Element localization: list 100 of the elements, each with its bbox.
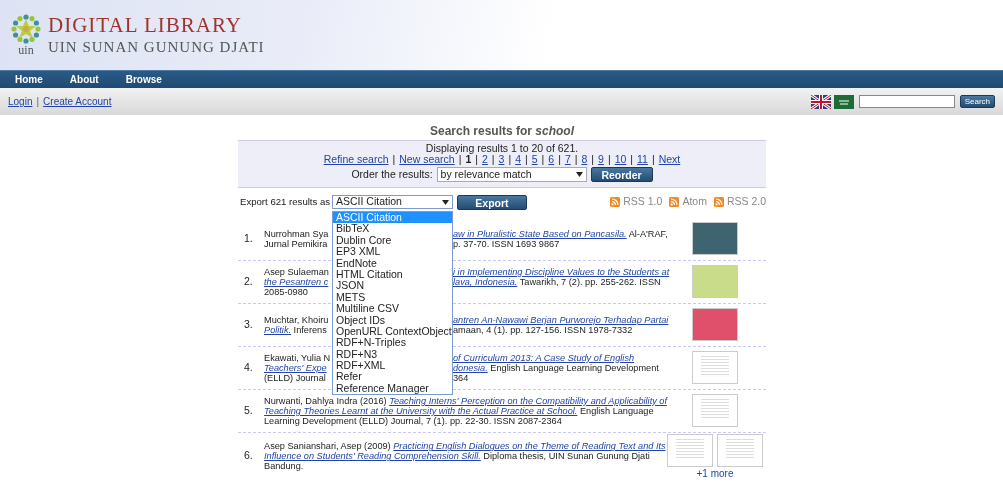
result-number: 5. [243, 402, 254, 418]
citation-text: Ekawati, Yulia N [264, 352, 332, 363]
page-link[interactable]: Next [658, 154, 681, 165]
feed-link[interactable]: RSS 1.0 [623, 194, 663, 211]
dropdown-option[interactable]: OpenURL ContextObject [333, 325, 452, 338]
separator: | [630, 154, 634, 165]
page-heading: Search results for school [428, 124, 576, 138]
page-link[interactable]: 3 [498, 154, 505, 165]
citation-text: Learning Development (ELLD) Journal, 7 (1). pp. 22-30. ISSN 2087-2364 [264, 415, 562, 426]
page-link[interactable]: 4 [515, 154, 521, 165]
title-link[interactable]: lava, Indonesia. [453, 276, 518, 287]
more-link[interactable]: +1 more [696, 468, 734, 479]
separator: | [607, 154, 611, 165]
site-subtitle: UIN SUNAN GUNUNG DJATI [48, 38, 265, 57]
flag-icon [833, 94, 854, 109]
citation-text: Asep Sanianshari, Asep (2009) Practicing English Dialogues on the Theme of Reading Text and Its [264, 441, 666, 452]
search-button[interactable]: Search [959, 95, 995, 108]
dropdown-option[interactable]: EndNote [333, 257, 452, 269]
dropdown-option[interactable]: METS [333, 291, 452, 304]
page-link[interactable]: 9 [598, 154, 604, 165]
dropdown-option[interactable]: RDF+N-Triples [333, 337, 452, 349]
citation-text: donesia. English Language Learning Development [453, 362, 659, 373]
result-number: 4. [243, 359, 254, 375]
export-select[interactable]: ASCII Citation [332, 195, 453, 210]
order-select[interactable]: by relevance match [436, 167, 587, 183]
page-link[interactable]: 6 [548, 154, 555, 165]
account-link[interactable]: Login [8, 94, 33, 109]
citation-text: lava, Indonesia. Tawarikh, 7 (2). pp. 255-262. ISSN [453, 276, 661, 287]
citation-text: Nurwanti, Dahlya Indra (2016) Teaching Interns' Perception on the Compatibility and Applicability of [264, 395, 667, 406]
dropdown-option[interactable]: Object IDs [333, 314, 452, 326]
document-thumbnail[interactable] [667, 433, 713, 467]
citation-text: Nurrohman Sya [264, 228, 330, 239]
document-thumbnail[interactable] [692, 351, 738, 385]
search-field[interactable] [858, 95, 955, 108]
title-link[interactable]: Teaching Interns' Perception on the Compatibility and Applicability of [389, 395, 667, 406]
title-link[interactable]: i in Implementing Discipline Values to the Students at [453, 266, 670, 277]
title-link[interactable]: Influence on Students' Reading Comprehension Skill. [264, 451, 481, 462]
result-number: 1. [243, 230, 254, 246]
title-link[interactable]: aw in Pluralistic State Based on Pancasila. [453, 228, 627, 239]
logo-text: uin [18, 44, 34, 56]
feed-link[interactable]: Atom [682, 194, 707, 211]
page-link[interactable]: 5 [531, 154, 538, 165]
caret-icon [442, 199, 449, 205]
separator: | [458, 154, 462, 165]
title-link[interactable]: antren An-Nawawi Berjan Purworejo Terhadap Partai [453, 314, 669, 325]
page-link[interactable]: 2 [482, 154, 488, 165]
document-thumbnail[interactable] [692, 394, 738, 428]
feed-link[interactable]: RSS 2.0 [726, 194, 766, 211]
citation-text: Muchtar, Khoiru [264, 314, 330, 325]
title-link[interactable]: donesia. [453, 362, 488, 373]
separator: | [541, 154, 545, 165]
dropdown-option[interactable]: BibTeX [333, 223, 452, 235]
dropdown-option[interactable]: RDF+XML [333, 360, 452, 372]
title-link[interactable]: Practicing English Dialogues on the Theme of Reading Text and Its [393, 441, 666, 452]
page-link[interactable]: 7 [564, 154, 571, 165]
dropdown-option[interactable]: HTML Citation [333, 268, 452, 281]
nav-link[interactable]: Home [15, 73, 43, 86]
citation-text: p. 37-70. ISSN 1693 9867 [453, 238, 560, 249]
page-link[interactable]: Refine search [323, 154, 389, 165]
account-link[interactable]: Create Account [43, 94, 112, 109]
separator: | [651, 154, 655, 165]
separator: | [392, 154, 396, 165]
citation-text: Influence on Students' Reading Comprehension Skill. Diploma thesis, UIN Sunan Gunung Djati [264, 451, 650, 462]
citation-text: Asep Sulaeman [264, 266, 330, 277]
title-link[interactable]: the Pesantren c [264, 276, 332, 287]
separator: | [525, 154, 528, 165]
title-link[interactable]: Teachers' Expe [264, 362, 332, 373]
result-number: 3. [243, 316, 254, 332]
cover-thumbnail[interactable] [692, 265, 738, 299]
title-link[interactable]: Politik. [264, 324, 292, 335]
separator: | [36, 95, 40, 109]
citation-text: Teaching Theories Learnt at the University with the Actual Practice at School. English Language [264, 405, 654, 416]
export-button[interactable]: Export [457, 194, 527, 210]
current-page[interactable]: 1 [465, 154, 472, 165]
citation-text: 2085-0980 [264, 286, 308, 297]
dropdown-option[interactable]: Reference Manager [333, 382, 452, 395]
feed-icon [713, 197, 724, 208]
dropdown-option[interactable]: Dublin Core [333, 234, 452, 247]
dropdown-option[interactable]: Multiline CSV [333, 303, 452, 315]
nav-link[interactable]: About [69, 73, 99, 86]
dropdown-option[interactable]: EP3 XML [333, 246, 452, 258]
title-link[interactable]: Teaching Theories Learnt at the University with the Actual Practice at School. [264, 405, 578, 416]
separator: | [508, 154, 512, 165]
page-link[interactable]: New search [399, 154, 455, 165]
dropdown-option[interactable]: RDF+N3 [333, 348, 452, 361]
export-label: Export 621 results as [239, 195, 332, 210]
page-link[interactable]: 8 [581, 154, 588, 165]
dropdown-option[interactable]: JSON [333, 280, 452, 292]
citation-text: (ELLD) Journal [264, 372, 326, 383]
page-link[interactable]: 10 [614, 154, 627, 165]
title-link[interactable]: of Curriculum 2013: A Case Study of English [453, 352, 635, 363]
page-link[interactable]: 11 [637, 154, 648, 165]
separator: | [475, 154, 478, 165]
document-thumbnail[interactable] [717, 433, 763, 467]
reorder-button[interactable]: Reorder [590, 167, 653, 183]
nav-link[interactable]: Browse [125, 73, 162, 86]
cover-thumbnail[interactable] [692, 222, 738, 256]
separator: | [591, 154, 595, 165]
dropdown-option[interactable]: Refer [333, 371, 452, 383]
cover-thumbnail[interactable] [692, 308, 738, 342]
